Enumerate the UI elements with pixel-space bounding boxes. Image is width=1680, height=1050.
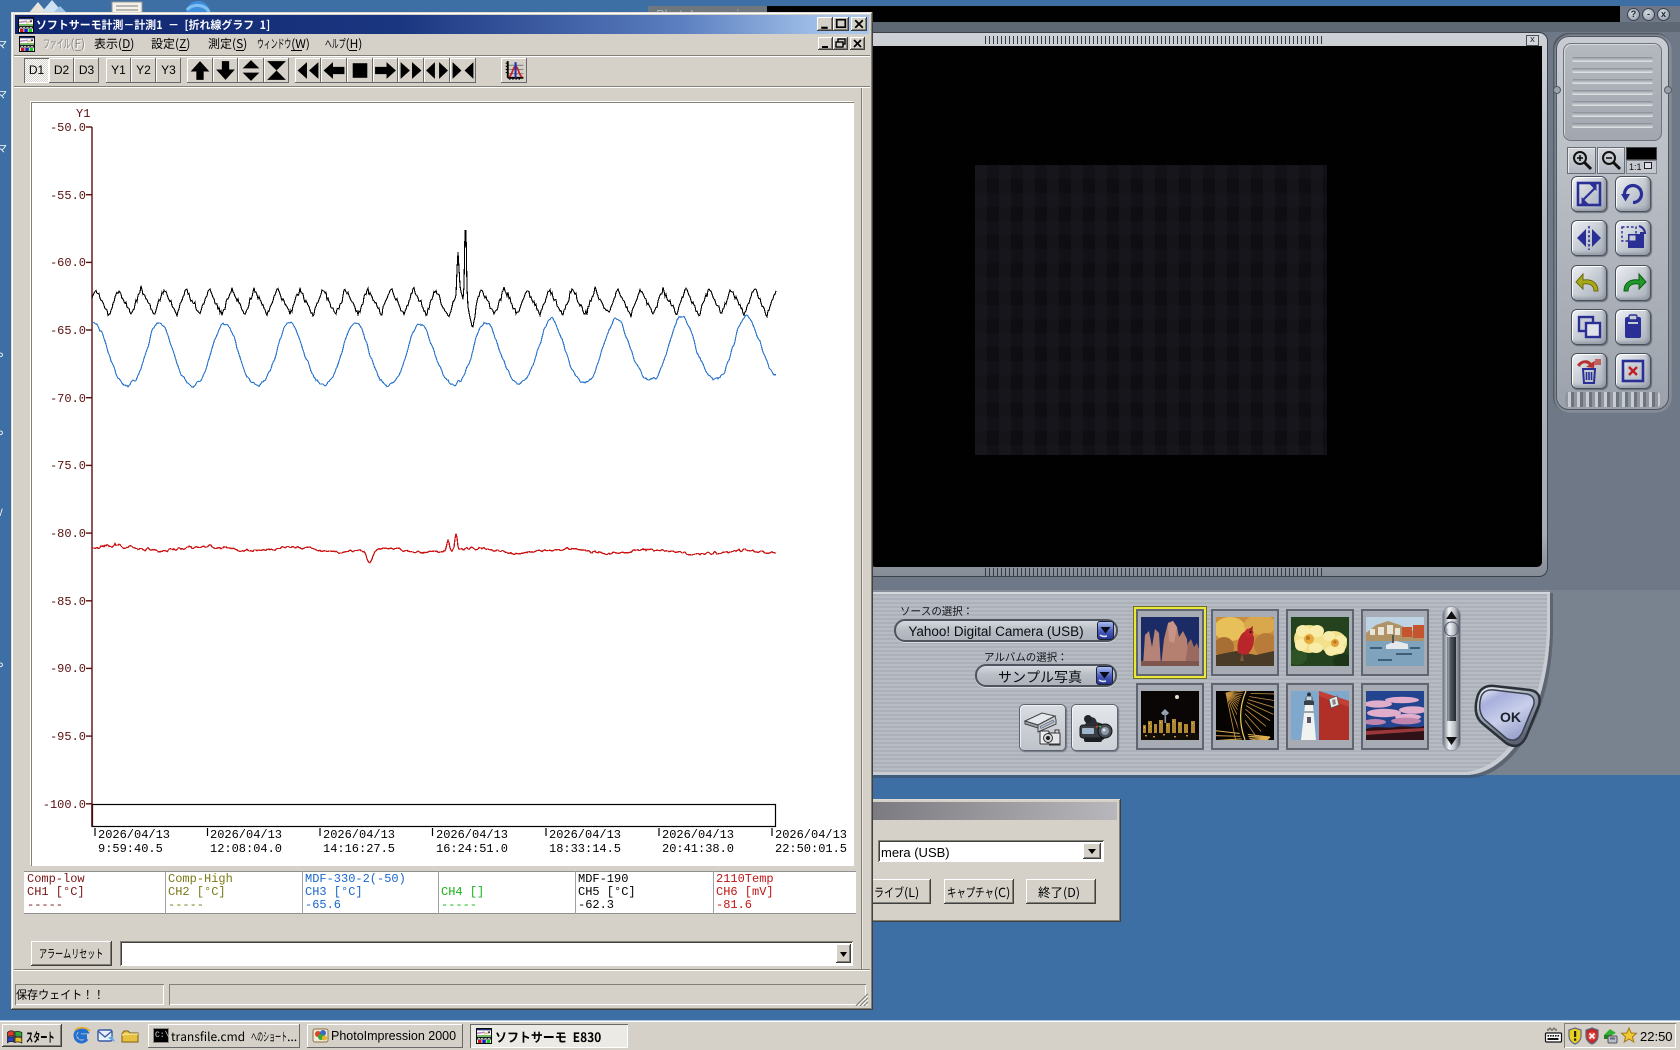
- svg-text:OK: OK: [1500, 709, 1521, 725]
